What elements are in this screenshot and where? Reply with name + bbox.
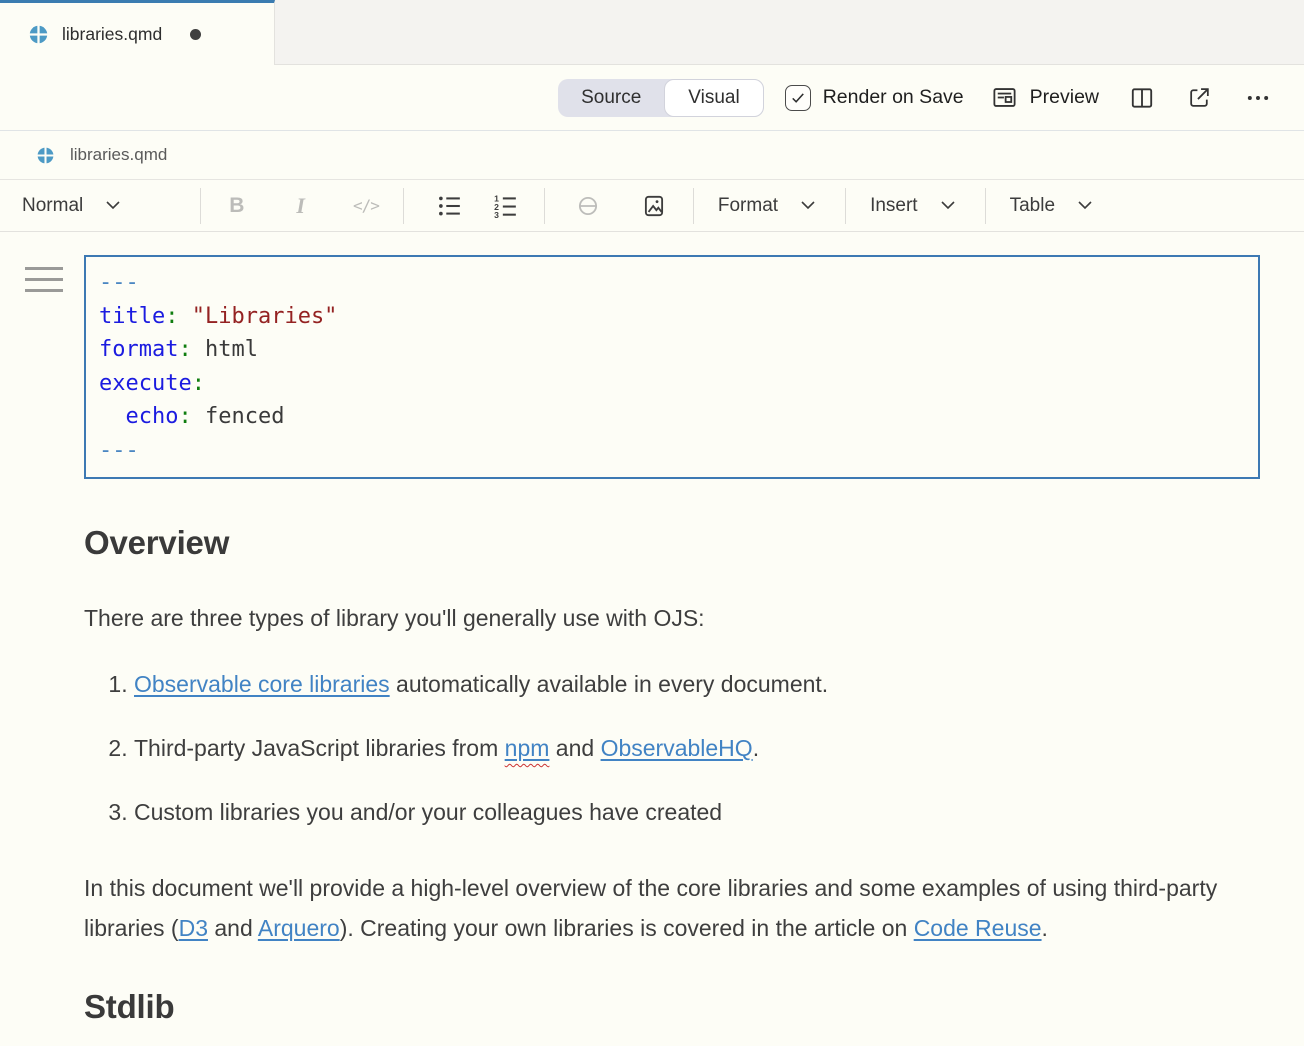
insert-menu[interactable]: Insert [870, 195, 955, 217]
inline-link[interactable]: npm [505, 735, 550, 761]
yaml-line: title: "Libraries" [99, 300, 1245, 334]
text-run: and [208, 915, 258, 941]
ordered-list: Observable core libraries automatically … [84, 671, 1260, 826]
table-menu-label: Table [1010, 195, 1055, 217]
bullet-list-icon [436, 193, 462, 219]
breadcrumb-file-name[interactable]: libraries.qmd [70, 145, 167, 165]
render-on-save-label: Render on Save [823, 86, 964, 109]
preview-button[interactable]: Preview [991, 84, 1099, 111]
style-selector-label: Normal [22, 195, 83, 217]
link-button[interactable] [575, 193, 601, 219]
code-button[interactable]: </> [353, 196, 379, 215]
image-icon [641, 193, 667, 219]
quarto-icon [36, 146, 55, 165]
yaml-line: format: html [99, 333, 1245, 367]
yaml-line: --- [99, 434, 1245, 468]
editor-content: ---title: "Libraries"format: htmlexecute… [0, 255, 1304, 1026]
source-mode-button[interactable]: Source [558, 79, 664, 117]
yaml-code-block[interactable]: ---title: "Libraries"format: htmlexecute… [84, 255, 1260, 479]
open-external-button[interactable] [1187, 85, 1212, 110]
intro-paragraph: There are three types of library you'll … [84, 605, 1260, 632]
editor-header-toolbar: Source Visual Render on Save Preview [0, 65, 1304, 131]
split-editor-button[interactable] [1129, 85, 1155, 111]
toolbar-divider [985, 188, 986, 224]
format-menu-label: Format [718, 195, 778, 217]
breadcrumb: libraries.qmd [0, 131, 1304, 180]
yaml-front-matter: ---title: "Libraries"format: htmlexecute… [84, 255, 1260, 479]
chevron-down-icon [1078, 201, 1092, 210]
list-item: Observable core libraries automatically … [134, 671, 1260, 698]
format-menu[interactable]: Format [718, 195, 815, 217]
text-run: . [753, 735, 759, 761]
checkmark-icon [789, 89, 807, 107]
split-editor-icon [1129, 85, 1155, 111]
text-run: . [1042, 915, 1048, 941]
heading-overview: Overview [84, 524, 1260, 562]
modified-dot-icon[interactable] [190, 29, 201, 40]
tab-libraries-qmd[interactable]: libraries.qmd [0, 0, 275, 65]
inline-link[interactable]: Code Reuse [914, 915, 1042, 941]
link-chain-icon [575, 193, 601, 219]
inline-link[interactable]: D3 [179, 915, 208, 941]
tab-title: libraries.qmd [62, 24, 162, 45]
format-toolbar: Normal B I </> 123 [0, 180, 1304, 232]
toolbar-divider [200, 188, 201, 224]
list-item: Custom libraries you and/or your colleag… [134, 799, 1260, 826]
ellipsis-icon [1244, 84, 1272, 112]
text-run: and [549, 735, 600, 761]
list-item: Third-party JavaScript libraries from np… [134, 735, 1260, 762]
toolbar-divider [403, 188, 404, 224]
toolbar-divider [544, 188, 545, 224]
inline-link[interactable]: Observable core libraries [134, 671, 390, 697]
inline-link[interactable]: Arquero [258, 915, 340, 941]
chevron-down-icon [106, 201, 120, 210]
paragraph-style-selector[interactable]: Normal [22, 195, 120, 217]
visual-mode-button[interactable]: Visual [664, 79, 763, 117]
open-external-icon [1187, 85, 1212, 110]
heading-stdlib: Stdlib [84, 988, 1260, 1026]
tab-bar: libraries.qmd [0, 0, 1304, 65]
preview-icon [991, 84, 1018, 111]
spellcheck-underline: npm [505, 735, 550, 761]
toolbar-divider [845, 188, 846, 224]
text-run: Custom libraries you and/or your colleag… [134, 799, 722, 825]
image-button[interactable] [641, 193, 667, 219]
yaml-line: echo: fenced [99, 400, 1245, 434]
italic-button[interactable]: I [296, 193, 305, 219]
body-paragraph: In this document we'll provide a high-le… [84, 868, 1234, 948]
chevron-down-icon [941, 201, 955, 210]
bullet-list-button[interactable] [436, 193, 462, 219]
bold-button[interactable]: B [229, 194, 244, 218]
numbered-list-icon: 123 [492, 193, 518, 219]
drag-handle-icon[interactable] [25, 267, 63, 300]
text-run: automatically available in every documen… [390, 671, 829, 697]
insert-menu-label: Insert [870, 195, 918, 217]
svg-text:3: 3 [494, 209, 499, 218]
inline-link[interactable]: ObservableHQ [601, 735, 753, 761]
preview-label: Preview [1030, 86, 1099, 109]
quarto-icon [28, 24, 49, 45]
yaml-line: --- [99, 266, 1245, 300]
toolbar-divider [693, 188, 694, 224]
table-menu[interactable]: Table [1010, 195, 1092, 217]
numbered-list-button[interactable]: 123 [492, 193, 518, 219]
source-visual-toggle: Source Visual [558, 79, 764, 117]
yaml-line: execute: [99, 367, 1245, 401]
chevron-down-icon [801, 201, 815, 210]
more-actions-button[interactable] [1244, 84, 1272, 112]
text-run: ). Creating your own libraries is covere… [340, 915, 914, 941]
text-run: Third-party JavaScript libraries from [134, 735, 505, 761]
render-on-save-checkbox[interactable] [785, 85, 811, 111]
